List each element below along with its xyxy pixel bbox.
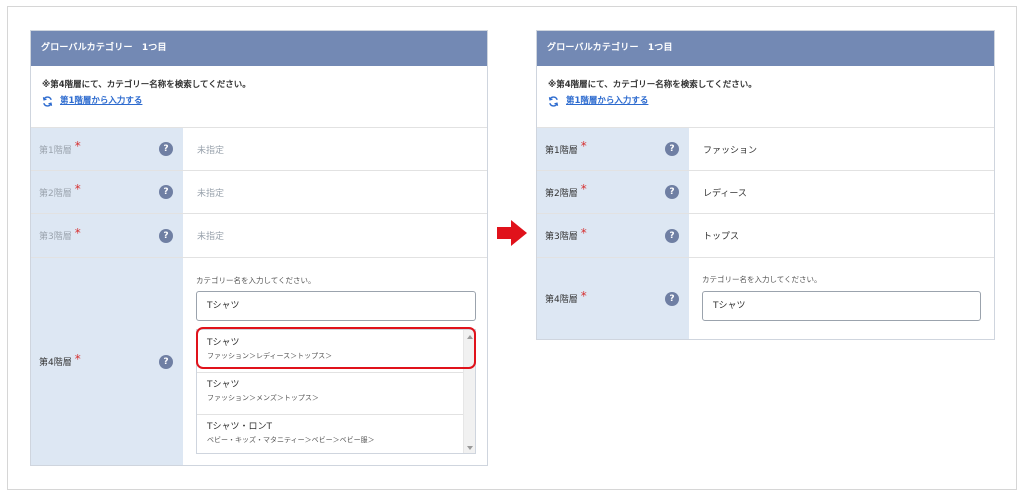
suggestion-title: Tシャツ・ロンT xyxy=(207,422,272,432)
arrow-right-icon xyxy=(497,220,527,246)
help-icon[interactable]: ? xyxy=(159,142,173,156)
level2-label: 第2階層 xyxy=(545,188,578,199)
level1-label-cell: 第1階層 * ? xyxy=(31,128,183,170)
level4-input-cell: カテゴリー名を入力してください。 Tシャツ xyxy=(689,258,994,339)
help-icon[interactable]: ? xyxy=(665,291,679,306)
input-from-level1-link[interactable]: 第1階層から入力する xyxy=(548,95,994,107)
level4-label-cell: 第4階層 * ? xyxy=(537,258,689,339)
notice-text: ※第4階層にて、カテゴリー名称を検索してください。 xyxy=(42,80,251,90)
level1-label-cell: 第1階層 * ? xyxy=(537,128,689,170)
level4-label-cell: 第4階層 * ? xyxy=(31,258,183,465)
selected-suggestion-highlight xyxy=(196,327,476,369)
refresh-icon xyxy=(42,95,53,107)
category-search-input[interactable]: Tシャツ xyxy=(196,291,476,321)
scroll-down-icon[interactable] xyxy=(467,446,473,450)
level2-value[interactable]: レディース xyxy=(689,171,994,213)
refresh-icon xyxy=(548,95,559,107)
level1-label: 第1階層 xyxy=(545,145,578,156)
input-hint: カテゴリー名を入力してください。 xyxy=(702,275,822,284)
suggestion-path: ファッション＞メンズ＞トップス＞ xyxy=(207,394,319,402)
notice-section: ※第4階層にて、カテゴリー名称を検索してください。 第1階層から入力する xyxy=(537,66,994,128)
required-mark: * xyxy=(580,288,587,303)
level3-row: 第3階層 * ? トップス xyxy=(537,214,994,258)
help-icon[interactable]: ? xyxy=(665,185,679,199)
level2-label-cell: 第2階層 * ? xyxy=(537,171,689,213)
suggestion-divider xyxy=(197,414,463,415)
suggestion-item[interactable]: Tシャツ・ロンT ベビー・キッズ・マタニティー＞ベビー＞ベビー服＞ xyxy=(197,421,463,446)
level3-label: 第3階層 xyxy=(39,232,72,242)
suggestion-divider xyxy=(197,372,463,373)
suggestion-item[interactable]: Tシャツ ファッション＞メンズ＞トップス＞ xyxy=(197,379,463,404)
required-mark: * xyxy=(580,225,587,240)
help-icon[interactable]: ? xyxy=(665,142,679,156)
level1-row: 第1階層 * ? ファッション xyxy=(537,128,994,171)
level4-row: 第4階層 * ? カテゴリー名を入力してください。 Tシャツ xyxy=(537,258,994,339)
level2-label: 第2階層 xyxy=(39,188,72,199)
level3-label-cell: 第3階層 * ? xyxy=(537,214,689,257)
level2-value[interactable]: 未指定 xyxy=(183,171,487,213)
category-form-before: グローバルカテゴリー 1つ目 ※第4階層にて、カテゴリー名称を検索してください。… xyxy=(30,30,488,466)
level3-row: 第3階層 * ? 未指定 xyxy=(31,214,487,258)
required-mark: * xyxy=(580,182,587,196)
level2-row: 第2階層 * ? レディース xyxy=(537,171,994,214)
panel-header: グローバルカテゴリー 1つ目 xyxy=(31,31,487,66)
level1-value[interactable]: ファッション xyxy=(689,128,994,170)
input-hint: カテゴリー名を入力してください。 xyxy=(196,276,316,285)
help-icon[interactable]: ? xyxy=(159,228,173,243)
level3-value[interactable]: 未指定 xyxy=(183,214,487,257)
help-icon[interactable]: ? xyxy=(665,228,679,243)
level2-row: 第2階層 * ? 未指定 xyxy=(31,171,487,214)
level3-value[interactable]: トップス xyxy=(689,214,994,257)
required-mark: * xyxy=(74,182,81,196)
suggestion-title: Tシャツ xyxy=(207,380,240,390)
required-mark: * xyxy=(74,351,81,366)
link-label[interactable]: 第1階層から入力する xyxy=(60,95,142,107)
level3-label-cell: 第3階層 * ? xyxy=(31,214,183,257)
level2-label-cell: 第2階層 * ? xyxy=(31,171,183,213)
category-form-after: グローバルカテゴリー 1つ目 ※第4階層にて、カテゴリー名称を検索してください。… xyxy=(536,30,995,340)
link-label[interactable]: 第1階層から入力する xyxy=(566,95,648,107)
suggestion-path: ベビー・キッズ・マタニティー＞ベビー＞ベビー服＞ xyxy=(207,436,375,444)
required-mark: * xyxy=(74,139,81,153)
help-icon[interactable]: ? xyxy=(159,185,173,199)
level1-row: 第1階層 * ? 未指定 xyxy=(31,128,487,171)
input-from-level1-link[interactable]: 第1階層から入力する xyxy=(42,95,487,107)
level3-label: 第3階層 xyxy=(545,232,578,242)
level1-label: 第1階層 xyxy=(39,145,72,156)
level4-label: 第4階層 xyxy=(39,358,72,368)
level1-value[interactable]: 未指定 xyxy=(183,128,487,170)
notice-section: ※第4階層にて、カテゴリー名称を検索してください。 第1階層から入力する xyxy=(31,66,487,128)
level4-label: 第4階層 xyxy=(545,295,578,305)
help-icon[interactable]: ? xyxy=(159,354,173,369)
panel-header: グローバルカテゴリー 1つ目 xyxy=(537,31,994,66)
notice-text: ※第4階層にて、カテゴリー名称を検索してください。 xyxy=(548,80,757,90)
required-mark: * xyxy=(580,139,587,153)
required-mark: * xyxy=(74,225,81,240)
category-search-input[interactable]: Tシャツ xyxy=(702,291,981,321)
